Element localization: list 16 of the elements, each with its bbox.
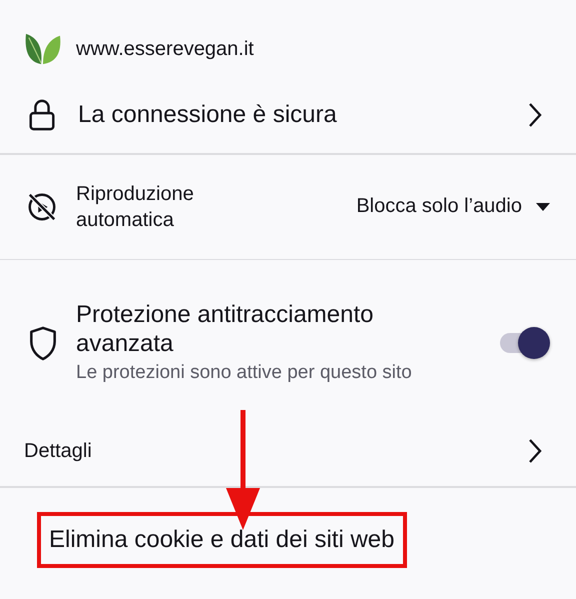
clear-cookies-button[interactable]: Elimina cookie e dati dei siti web xyxy=(37,512,407,568)
caret-down-icon xyxy=(536,202,550,210)
autoplay-label: Riproduzione automatica xyxy=(76,182,195,232)
leaf-logo-icon xyxy=(24,32,62,66)
lock-icon xyxy=(28,98,56,130)
site-domain: www.esserevegan.it xyxy=(76,38,254,60)
autoplay-dropdown[interactable]: Blocca solo l’audio xyxy=(356,195,550,218)
connection-security-row[interactable]: La connessione è sicura xyxy=(0,76,576,153)
chevron-right-icon xyxy=(528,102,542,128)
shield-icon xyxy=(28,326,58,360)
toggle-switch[interactable] xyxy=(498,325,550,361)
tracking-protection-title: Protezione antitracciamento avanzata xyxy=(76,300,374,358)
details-row[interactable]: Dettagli xyxy=(0,386,576,486)
chevron-right-icon xyxy=(528,438,542,464)
tracking-protection-status: Le protezioni sono attive per questo sito xyxy=(76,361,413,385)
autoplay-blocked-icon xyxy=(26,190,58,222)
